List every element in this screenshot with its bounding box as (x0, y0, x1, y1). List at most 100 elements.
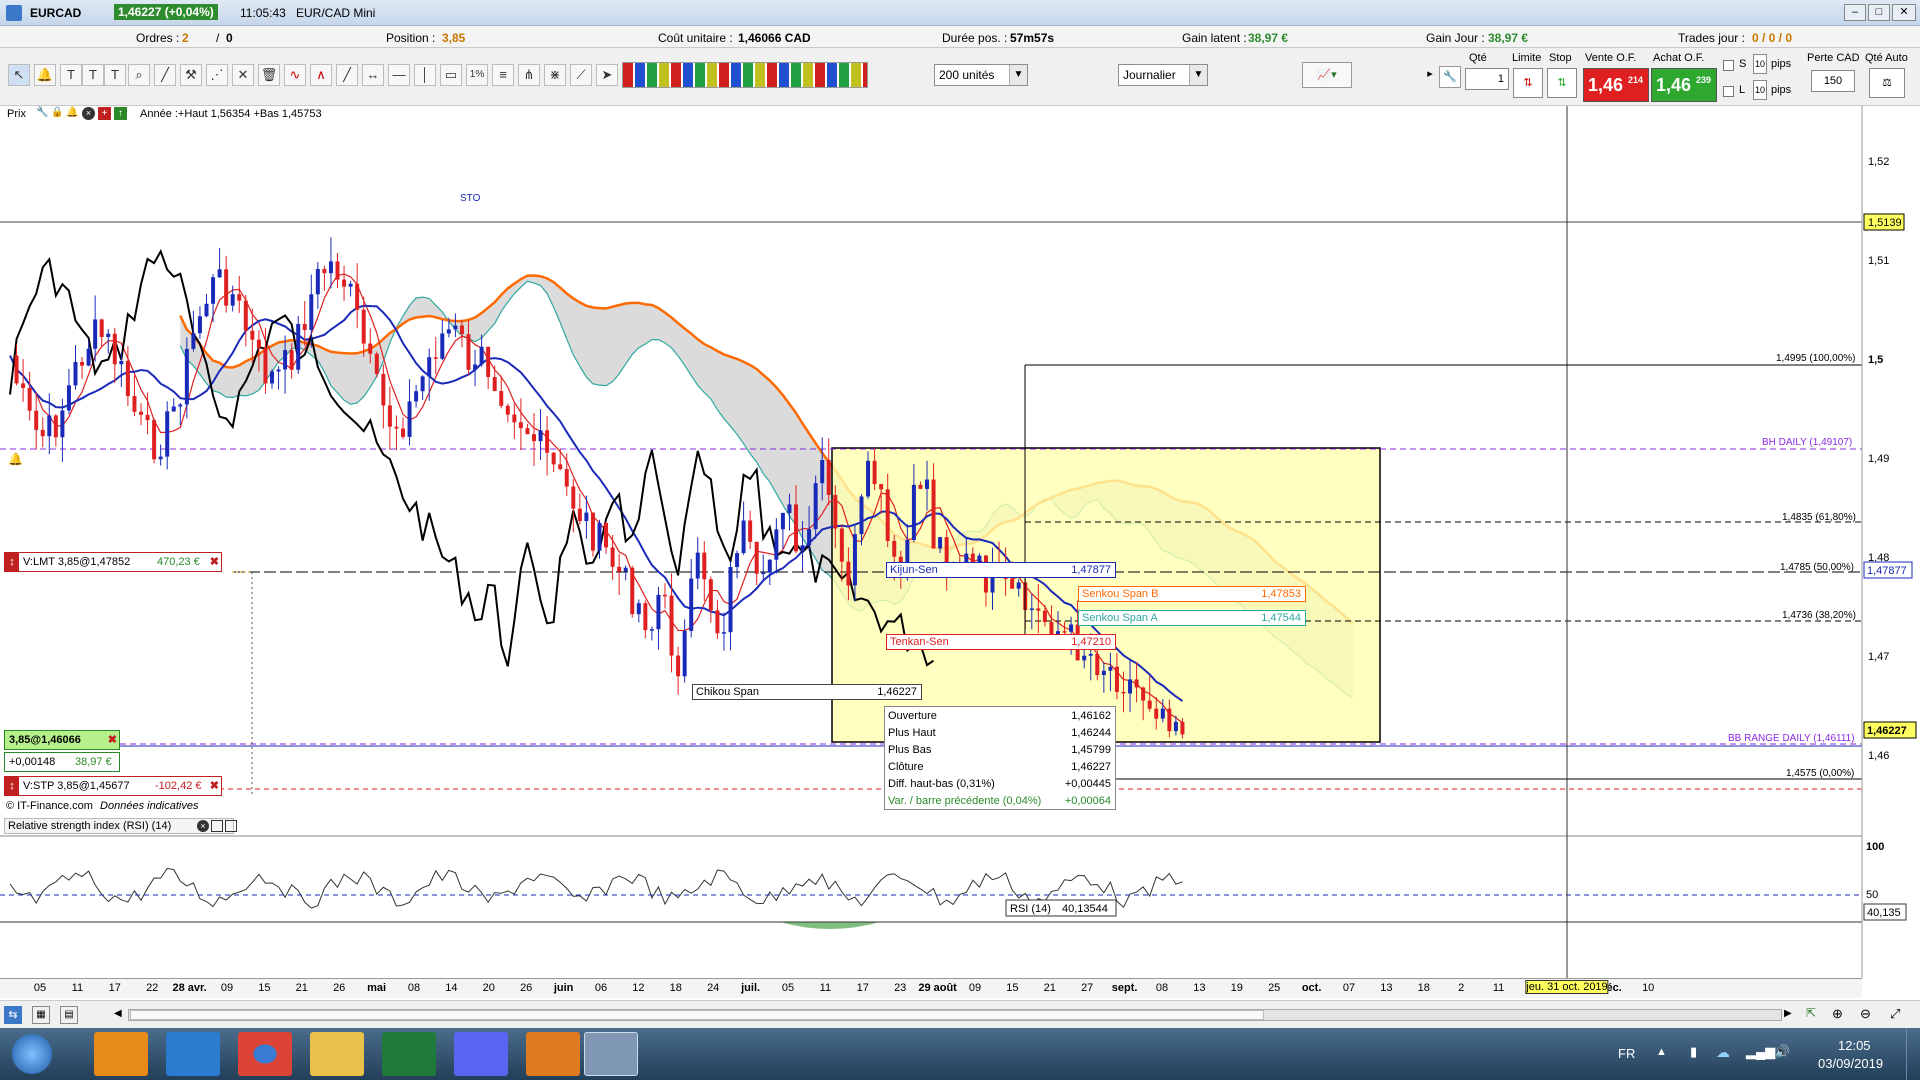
stop-button[interactable]: ⇅ (1547, 68, 1577, 98)
excel-icon[interactable] (382, 1032, 436, 1076)
stop-label: Stop (1549, 52, 1572, 64)
show-desktop-button[interactable] (1906, 1028, 1920, 1080)
rsi-chart[interactable]: 100 50 40,135 RSI (14) 40,13544 (0, 818, 1920, 978)
battery-icon[interactable]: ▮ (1690, 1044, 1697, 1060)
grid-icon[interactable]: ▦ (32, 1006, 50, 1024)
position-tag[interactable]: 3,85@1,46066 ✖ (4, 730, 120, 750)
perte-input[interactable]: 150 (1811, 70, 1855, 92)
wrench-icon[interactable]: 🔧 (1439, 66, 1461, 88)
add-icon[interactable]: + (98, 107, 111, 120)
segment-icon[interactable]: ↔ (362, 64, 384, 86)
chart-type-button[interactable]: 📈▾ (1302, 62, 1352, 88)
vline-icon[interactable]: │ (414, 64, 436, 86)
orders-value-2[interactable]: 0 (226, 31, 233, 45)
hammer-icon[interactable]: ⚒ (180, 64, 202, 86)
volume-icon[interactable]: 🔊 (1774, 1044, 1790, 1060)
limit-button[interactable]: ⇅ (1513, 68, 1543, 98)
orders-value[interactable]: 2 (182, 31, 189, 45)
wave-icon[interactable]: ∿ (284, 64, 306, 86)
cloud-icon[interactable]: ☁ (1716, 1044, 1730, 1061)
media-player-icon[interactable] (526, 1032, 580, 1076)
limit-order-close-icon[interactable]: ✖ (210, 553, 219, 571)
trendline-icon[interactable]: ╱ (336, 64, 358, 86)
text-box-icon[interactable]: T (82, 64, 104, 86)
arrow-right-icon[interactable]: ➤ (596, 64, 618, 86)
start-button[interactable] (12, 1034, 52, 1074)
text-tool-icon[interactable]: T (60, 64, 82, 86)
internet-explorer-icon[interactable] (166, 1032, 220, 1076)
color-palette[interactable] (622, 62, 868, 88)
fibonacci-icon[interactable]: 1% (466, 64, 488, 86)
fit-icon[interactable]: ⇱ (1806, 1006, 1824, 1024)
zigzag-icon[interactable]: ∧ (310, 64, 332, 86)
fullscreen-icon[interactable]: ⤢ (1890, 1006, 1908, 1024)
table-icon[interactable]: ▤ (60, 1006, 78, 1024)
trading-app-icon[interactable] (584, 1032, 638, 1076)
scroll-left-icon[interactable]: ◀ (114, 1008, 126, 1022)
candle-body (453, 325, 458, 330)
lock-icon[interactable]: 🔒 (51, 107, 64, 120)
limit-order-handle-icon[interactable]: ↕ (5, 553, 19, 571)
stop-order-tag[interactable]: ↕ V:STP 3,85@1,45677 -102,42 € ✖ (4, 776, 222, 796)
units-select[interactable]: 200 unités ▼ (934, 64, 1028, 86)
period-select[interactable]: Journalier ▼ (1118, 64, 1208, 86)
wrench-icon[interactable]: 🔧 (36, 107, 49, 120)
gann-icon[interactable]: ⋇ (544, 64, 566, 86)
fan-icon[interactable]: ⟋ (570, 64, 592, 86)
maximize-button[interactable]: □ (1868, 4, 1890, 21)
buy-price-main: 1,46 (1656, 75, 1692, 95)
l-pips-input[interactable]: 10 (1753, 80, 1767, 100)
pointer-tool-icon[interactable]: ↖ (8, 64, 30, 86)
language-indicator[interactable]: FR (1618, 1046, 1635, 1061)
close-button[interactable]: ✕ (1892, 4, 1916, 21)
network-icon[interactable]: ▂▄▆ (1746, 1044, 1775, 1060)
year-info: Année :+Haut 1,56354 +Bas 1,45753 (140, 108, 322, 120)
scroll-right-icon[interactable]: ▶ (1784, 1008, 1796, 1022)
indicative-label: Données indicatives (100, 800, 199, 812)
qty-input[interactable]: 1 (1465, 68, 1509, 90)
multi-line-icon[interactable]: ⋰ (206, 64, 228, 86)
hline-icon[interactable]: — (388, 64, 410, 86)
trash-icon[interactable]: 🗑 (258, 64, 280, 86)
limit-order-tag[interactable]: ↕ V:LMT 3,85@1,47852 470,23 € ✖ (4, 552, 222, 572)
minimize-button[interactable]: – (1844, 4, 1866, 21)
stop-order-label: V:STP 3,85@1,45677 (23, 780, 130, 792)
cross-icon[interactable]: ✕ (232, 64, 254, 86)
zoom-in-icon[interactable]: ⊕ (1832, 1006, 1850, 1024)
zoom-out-icon[interactable]: ⊖ (1860, 1006, 1878, 1024)
alert-bell-icon[interactable]: 🔔 (34, 64, 56, 86)
channel-icon[interactable]: ≡ (492, 64, 514, 86)
qty-auto-button[interactable]: ⚖ (1869, 68, 1905, 98)
candle-body (911, 484, 916, 541)
pitchfork-icon[interactable]: ⋔ (518, 64, 540, 86)
tray-arrow-icon[interactable]: ▲ (1656, 1046, 1667, 1058)
expand-icon[interactable]: ↑ (114, 107, 127, 120)
sell-button[interactable]: 1,46 214 (1583, 68, 1649, 102)
bell-icon[interactable]: 🔔 (66, 107, 79, 120)
ruler-icon[interactable]: ╱ (154, 64, 176, 86)
stop-order-close-icon[interactable]: ✖ (210, 777, 219, 795)
close-icon[interactable]: × (82, 107, 95, 120)
outlook-icon[interactable] (94, 1032, 148, 1076)
time-axis-label: 26 (520, 982, 533, 994)
zoom-icon[interactable]: ⌕ (128, 64, 150, 86)
position-close-icon[interactable]: ✖ (108, 731, 117, 749)
rectangle-icon[interactable]: ▭ (440, 64, 462, 86)
buy-button[interactable]: 1,46 239 (1651, 68, 1717, 102)
alarm-bell-icon[interactable]: 🔔 (8, 452, 23, 466)
text-frame-icon[interactable]: T (104, 64, 126, 86)
stop-order-handle-icon[interactable]: ↕ (5, 777, 19, 795)
discord-icon[interactable] (454, 1032, 508, 1076)
clock-time[interactable]: 12:05 (1838, 1038, 1871, 1053)
file-explorer-icon[interactable] (310, 1032, 364, 1076)
panel-toggle-icon[interactable]: ▸ (1425, 62, 1435, 86)
chrome-icon[interactable] (238, 1032, 292, 1076)
l-checkbox[interactable] (1723, 86, 1734, 97)
scroll-thumb[interactable] (130, 1010, 1264, 1020)
clock-date[interactable]: 03/09/2019 (1818, 1056, 1883, 1071)
s-checkbox[interactable] (1723, 60, 1734, 71)
share-icon[interactable]: ⇆ (4, 1006, 22, 1024)
price-tag-kijun-text: 1,47877 (1867, 565, 1907, 577)
position-value[interactable]: 3,85 (442, 31, 465, 45)
s-pips-input[interactable]: 10 (1753, 54, 1767, 74)
